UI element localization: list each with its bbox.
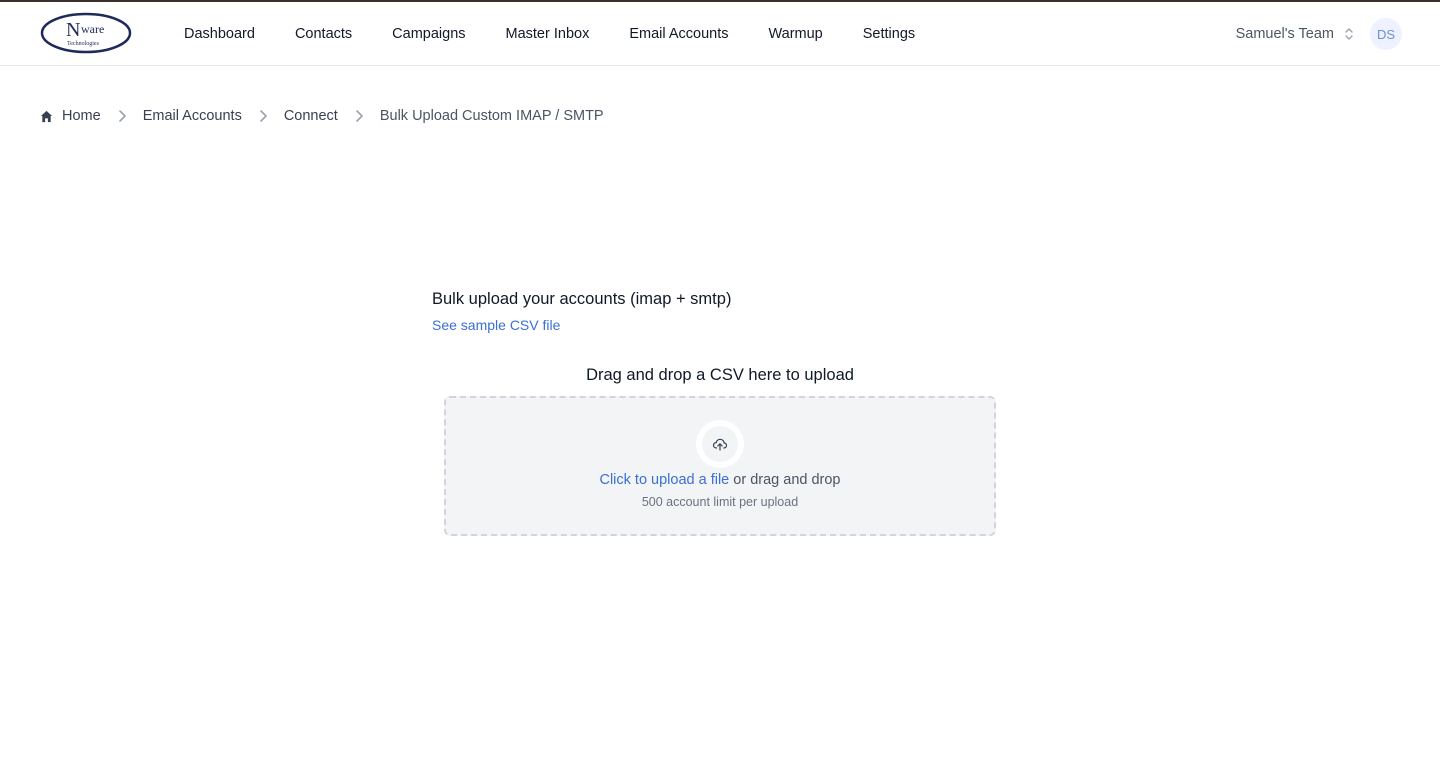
user-avatar[interactable]: DS	[1370, 18, 1402, 50]
dropzone-title: Drag and drop a CSV here to upload	[586, 366, 854, 384]
top-navbar: N ware Technologies Dashboard Contacts C…	[0, 2, 1440, 66]
sample-csv-link[interactable]: See sample CSV file	[432, 317, 560, 333]
upload-limit-text: 500 account limit per upload	[641, 495, 799, 509]
nav-email-accounts[interactable]: Email Accounts	[629, 26, 728, 42]
breadcrumb-current: Bulk Upload Custom IMAP / SMTP	[379, 108, 604, 124]
nav-campaigns[interactable]: Campaigns	[392, 26, 465, 42]
chevron-up-down-icon	[1345, 28, 1353, 40]
breadcrumb: Home Email Accounts Connect Bulk Upload …	[40, 105, 604, 127]
page-heading: Bulk upload your accounts (imap + smtp)	[432, 290, 732, 308]
breadcrumb-home[interactable]: Home	[62, 108, 101, 124]
chevron-right-icon	[260, 110, 267, 122]
cloud-upload-icon	[712, 438, 728, 451]
breadcrumb-email-accounts[interactable]: Email Accounts	[143, 108, 242, 124]
team-name: Samuel's Team	[1235, 26, 1334, 42]
nav-master-inbox[interactable]: Master Inbox	[506, 26, 590, 42]
click-to-upload-link[interactable]: Click to upload a file	[599, 472, 729, 488]
logo-tagline: Technologies	[67, 41, 100, 47]
logo-word: ware	[81, 22, 104, 36]
logo-letter: N	[66, 19, 80, 41]
breadcrumb-connect[interactable]: Connect	[284, 108, 338, 124]
brand-logo[interactable]: N ware Technologies	[40, 12, 132, 54]
chevron-right-icon	[356, 110, 363, 122]
home-icon[interactable]	[40, 110, 53, 123]
drag-drop-text: or drag and drop	[729, 472, 841, 488]
nav-contacts[interactable]: Contacts	[295, 26, 352, 42]
csv-dropzone[interactable]: Click to upload a file or drag and drop …	[444, 396, 996, 536]
nav-dashboard[interactable]: Dashboard	[184, 26, 255, 42]
chevron-right-icon	[118, 110, 126, 122]
upload-icon-wrapper	[696, 420, 744, 468]
upload-instructions: Click to upload a file or drag and drop	[446, 472, 994, 488]
main-nav: Dashboard Contacts Campaigns Master Inbo…	[184, 2, 955, 66]
nav-warmup[interactable]: Warmup	[768, 26, 822, 42]
nav-settings[interactable]: Settings	[863, 26, 915, 42]
team-switcher[interactable]: Samuel's Team	[1236, 2, 1354, 66]
